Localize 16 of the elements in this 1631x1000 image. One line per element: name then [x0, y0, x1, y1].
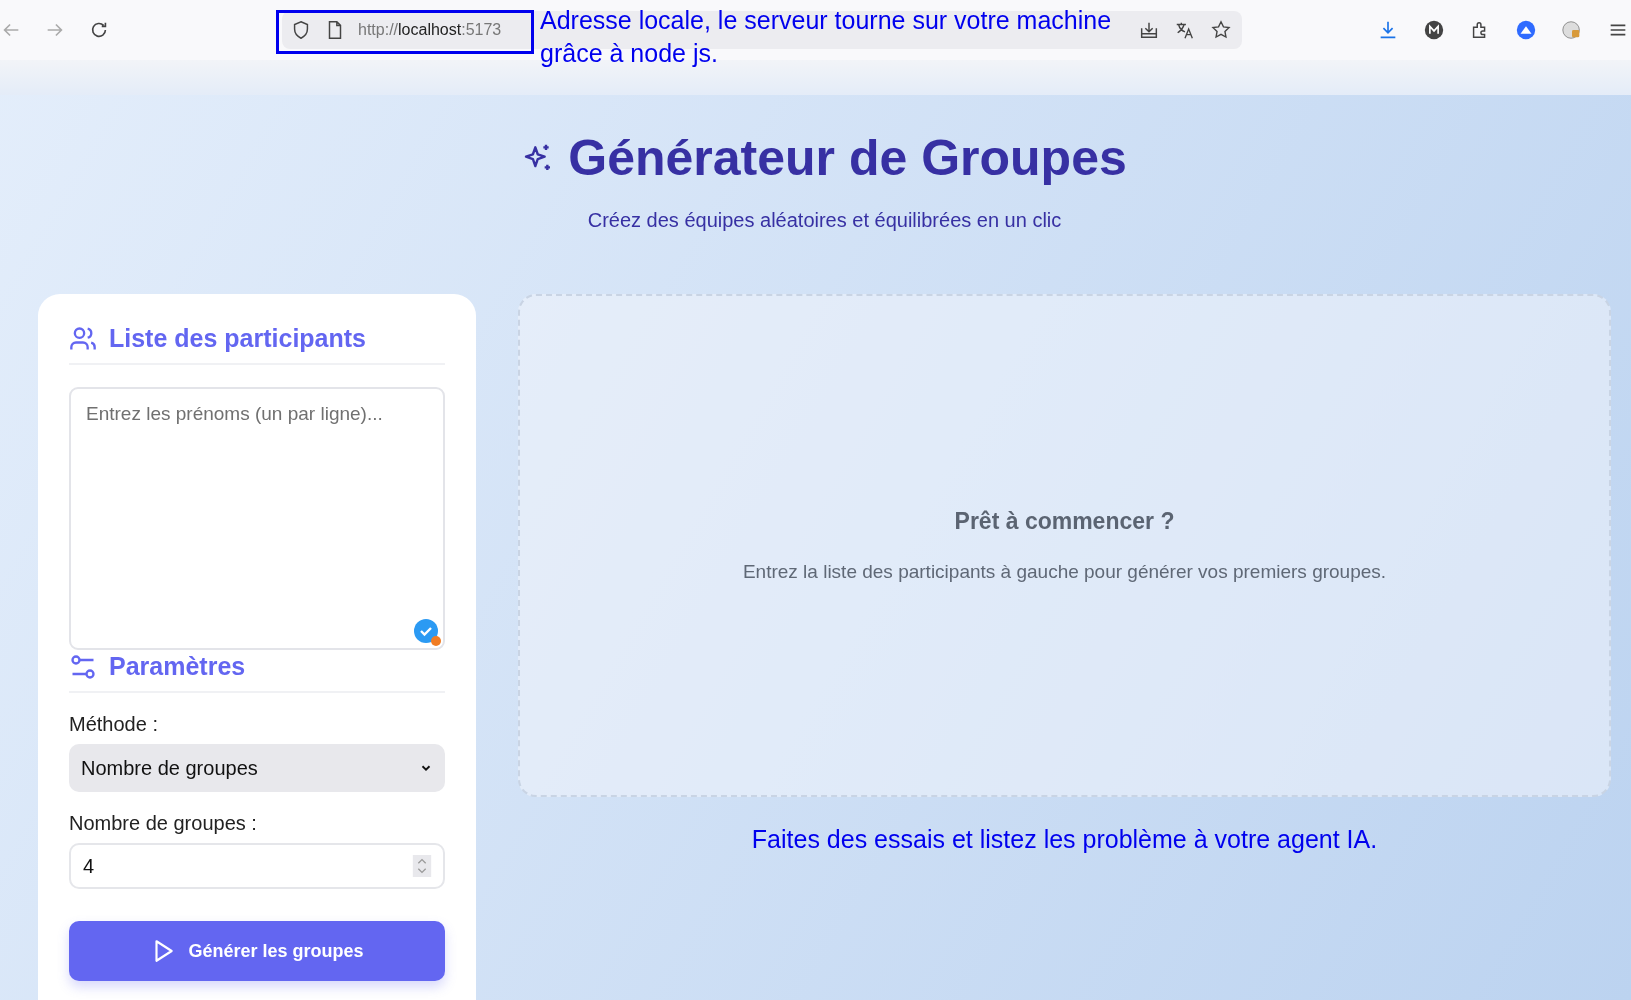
names-field[interactable]: Entrez les prénoms (un par ligne)...	[69, 387, 445, 650]
page-subtitle: Créez des équipes aléatoires et équilibrées en un clic	[587, 209, 1062, 232]
section-title: Liste des participants	[109, 324, 367, 353]
count-label: Nombre de groupes :	[69, 812, 258, 835]
page-title: Générateur de Groupes	[568, 129, 1127, 187]
empty-title: Prêt à commencer ?	[954, 508, 1175, 535]
annotation-text: Adresse locale, le serveur tourne sur votre machine grâce à node js.	[540, 5, 1112, 69]
url-text: http://localhost:5173	[358, 21, 502, 39]
method-label: Méthode :	[69, 713, 159, 736]
section-title: Paramètres	[109, 652, 246, 681]
generate-button[interactable]: Générer les groupes	[69, 921, 445, 981]
count-field[interactable]: 4	[69, 843, 445, 889]
annotation-text: Faites des essais et listez les problème à votre agent IA.	[751, 825, 1378, 854]
method-select[interactable]: Nombre de groupes	[69, 744, 445, 792]
address-field[interactable]: http://localhost:5173	[290, 14, 506, 46]
empty-text: Entrez la liste des participants à gauche pour générer vos premiers groupes.	[742, 561, 1387, 583]
